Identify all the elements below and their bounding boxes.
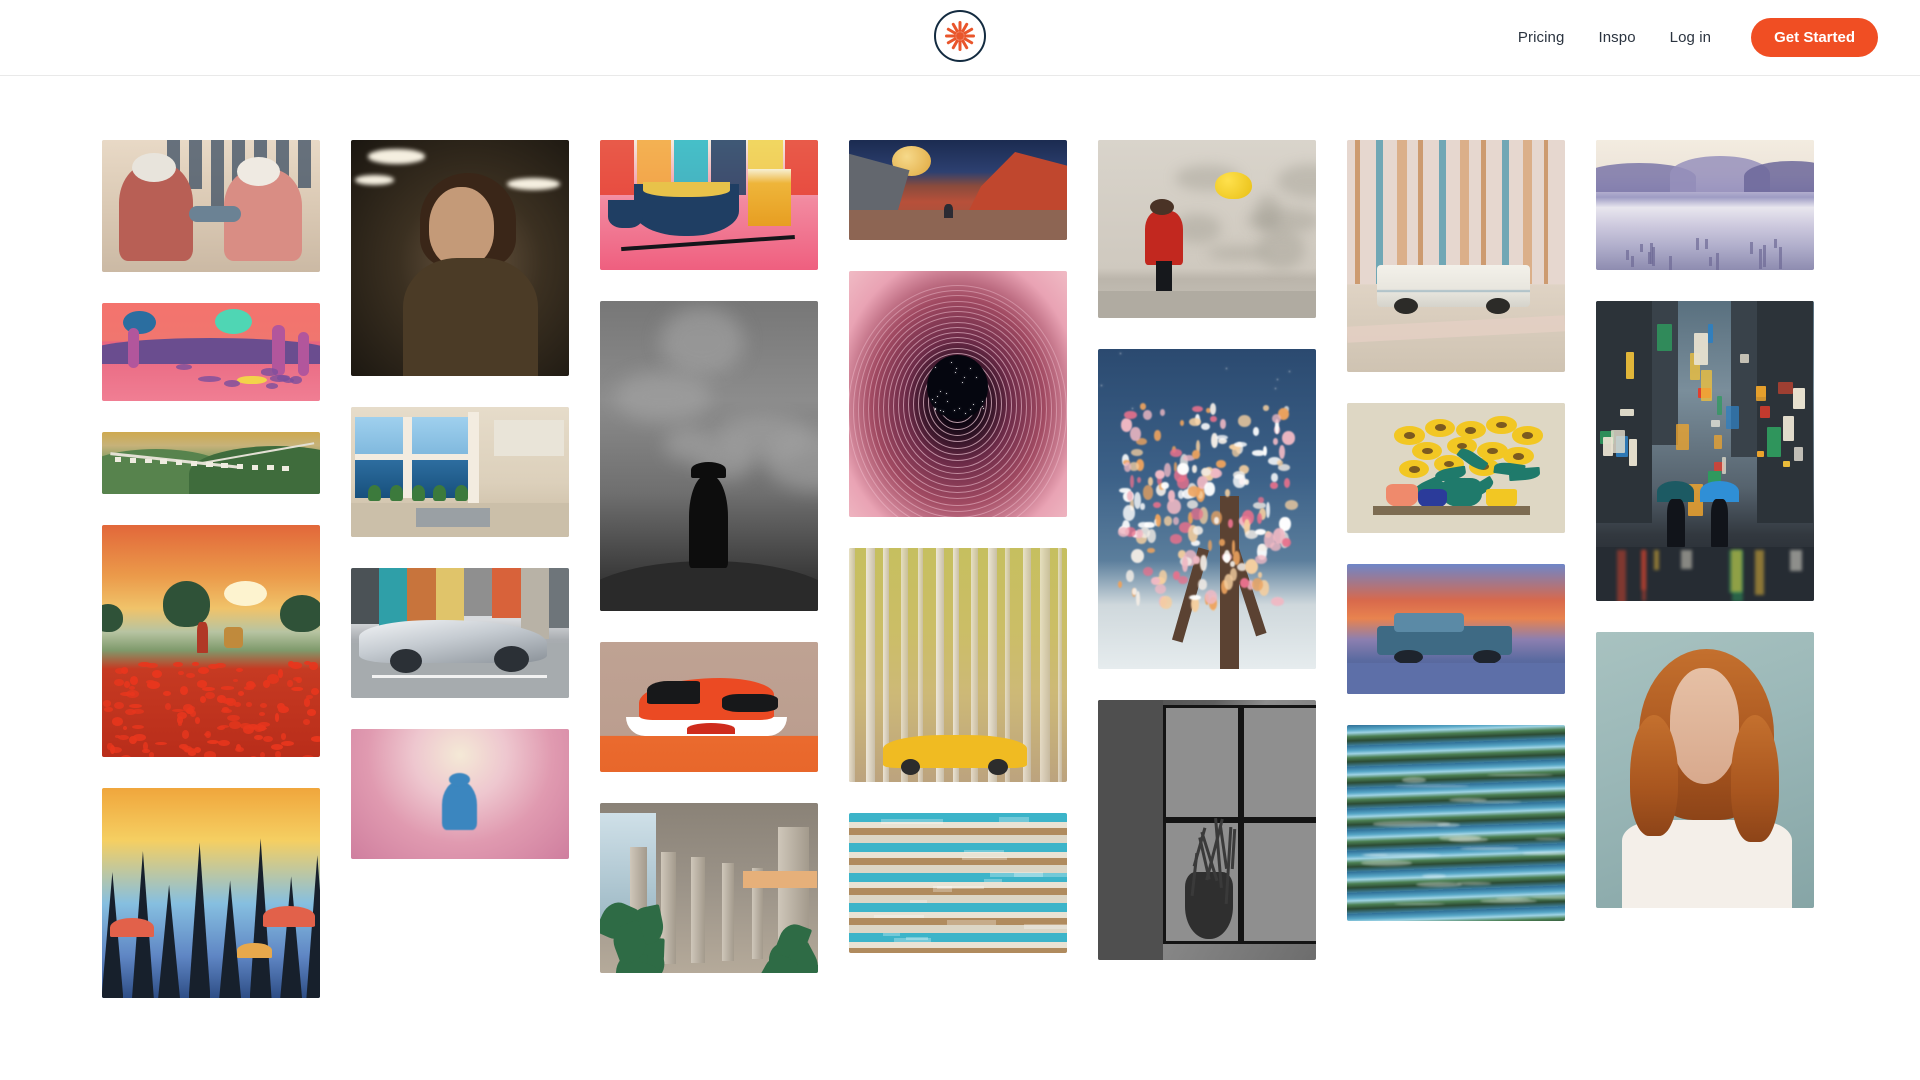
gallery-image-moon-canyon-painting[interactable] (848, 140, 1067, 240)
gallery-image-suv-striped-wall-art (1346, 140, 1565, 372)
get-started-button[interactable]: Get Started (1751, 18, 1878, 57)
gallery-image-pool-tiles-art (848, 813, 1067, 953)
gallery-image-pop-art-ramen[interactable] (599, 140, 818, 270)
gallery-image-retro-scifi-desert[interactable] (101, 303, 320, 401)
masonry-column-3 (599, 140, 818, 998)
gallery-image-poppy-field-sunset-art (101, 525, 320, 757)
gallery-image-red-coat-yellow-balloon-art (1097, 140, 1316, 318)
gallery-image-red-sneaker-art (599, 642, 818, 772)
masonry-column-5 (1097, 140, 1316, 998)
gallery-image-watercolour-lake-art (1595, 140, 1814, 270)
gallery-image-lone-figure-bw-art (599, 301, 818, 611)
site-header: Pricing Inspo Log in Get Started (0, 0, 1920, 76)
gallery-image-tokyo-rainy-street[interactable] (1595, 301, 1814, 601)
gallery-image-fantasy-canyon[interactable] (101, 788, 320, 998)
gallery-image-elderly-women-comic-art (101, 140, 320, 272)
gallery-image-vase-window-bw-art (1097, 700, 1316, 960)
gallery-image-poppy-field-sunset[interactable] (101, 525, 320, 757)
logo[interactable] (932, 8, 988, 64)
gallery-image-red-sneaker[interactable] (599, 642, 818, 772)
masonry-column-7 (1595, 140, 1814, 998)
masonry-column-6 (1346, 140, 1565, 998)
gallery-image-water-ripples[interactable] (1346, 725, 1565, 921)
gallery-image-cinematic-woman-portrait-art (350, 140, 569, 376)
gallery-image-vase-window-bw[interactable] (1097, 700, 1316, 960)
masonry-column-4 (848, 140, 1067, 998)
gallery-image-great-wall[interactable] (101, 432, 320, 494)
gallery-image-great-wall-art (101, 432, 320, 494)
gallery-image-cinematic-woman-portrait[interactable] (350, 140, 569, 376)
gallery-image-watercolour-lake[interactable] (1595, 140, 1814, 270)
gallery-image-kitchen-ocean-view[interactable] (350, 407, 569, 537)
masonry-column-1 (101, 140, 320, 998)
gallery-image-silver-concept-car-art (350, 568, 569, 698)
gallery-image-lone-figure-bw[interactable] (599, 301, 818, 611)
masonry-grid (101, 140, 1819, 998)
gallery-image-kitchen-ocean-view-art (350, 407, 569, 537)
gallery-image-aspen-forest-yellow-car[interactable] (848, 548, 1067, 782)
nav-link-pricing[interactable]: Pricing (1518, 29, 1565, 46)
gallery-image-sunflowers-still-life[interactable] (1346, 403, 1565, 533)
gallery-image-sunflowers-still-life-art (1346, 403, 1565, 533)
gallery-image-pop-art-ramen-art (599, 140, 818, 270)
gallery-image-blossom-tree-night-art (1097, 349, 1316, 669)
nav-link-inspo[interactable]: Inspo (1598, 29, 1635, 46)
gallery-image-retro-scifi-desert-art (101, 303, 320, 401)
gallery-image-truck-dusk-painting[interactable] (1346, 564, 1565, 694)
gallery-image-blue-figure-pink-mist[interactable] (350, 729, 569, 859)
gallery-image-red-hair-portrait-art (1595, 632, 1814, 908)
gallery-image-blossom-tree-night[interactable] (1097, 349, 1316, 669)
gallery-image-water-ripples-art (1346, 725, 1565, 921)
gallery-image-red-hair-portrait[interactable] (1595, 632, 1814, 908)
gallery-image-blue-figure-pink-mist-art (350, 729, 569, 859)
sunburst-core (956, 32, 964, 40)
gallery-image-elderly-women-comic[interactable] (101, 140, 320, 272)
gallery (0, 76, 1920, 998)
masonry-column-2 (350, 140, 569, 998)
gallery-image-brutalist-atrium-art (599, 803, 818, 973)
sunburst-logo-icon (934, 10, 986, 62)
gallery-image-pool-tiles[interactable] (848, 813, 1067, 953)
nav-link-login[interactable]: Log in (1670, 29, 1711, 46)
gallery-image-red-coat-yellow-balloon[interactable] (1097, 140, 1316, 318)
gallery-image-aspen-forest-yellow-car-art (848, 548, 1067, 782)
gallery-image-brutalist-atrium[interactable] (599, 803, 818, 973)
gallery-image-neon-tunnel-art (848, 271, 1067, 517)
gallery-image-tokyo-rainy-street-art (1595, 301, 1814, 601)
gallery-image-moon-canyon-painting-art (848, 140, 1067, 240)
gallery-image-fantasy-canyon-art (101, 788, 320, 998)
gallery-image-silver-concept-car[interactable] (350, 568, 569, 698)
primary-nav: Pricing Inspo Log in Get Started (1518, 18, 1878, 57)
gallery-image-truck-dusk-painting-art (1346, 564, 1565, 694)
gallery-image-suv-striped-wall[interactable] (1346, 140, 1565, 372)
gallery-image-neon-tunnel[interactable] (848, 271, 1067, 517)
